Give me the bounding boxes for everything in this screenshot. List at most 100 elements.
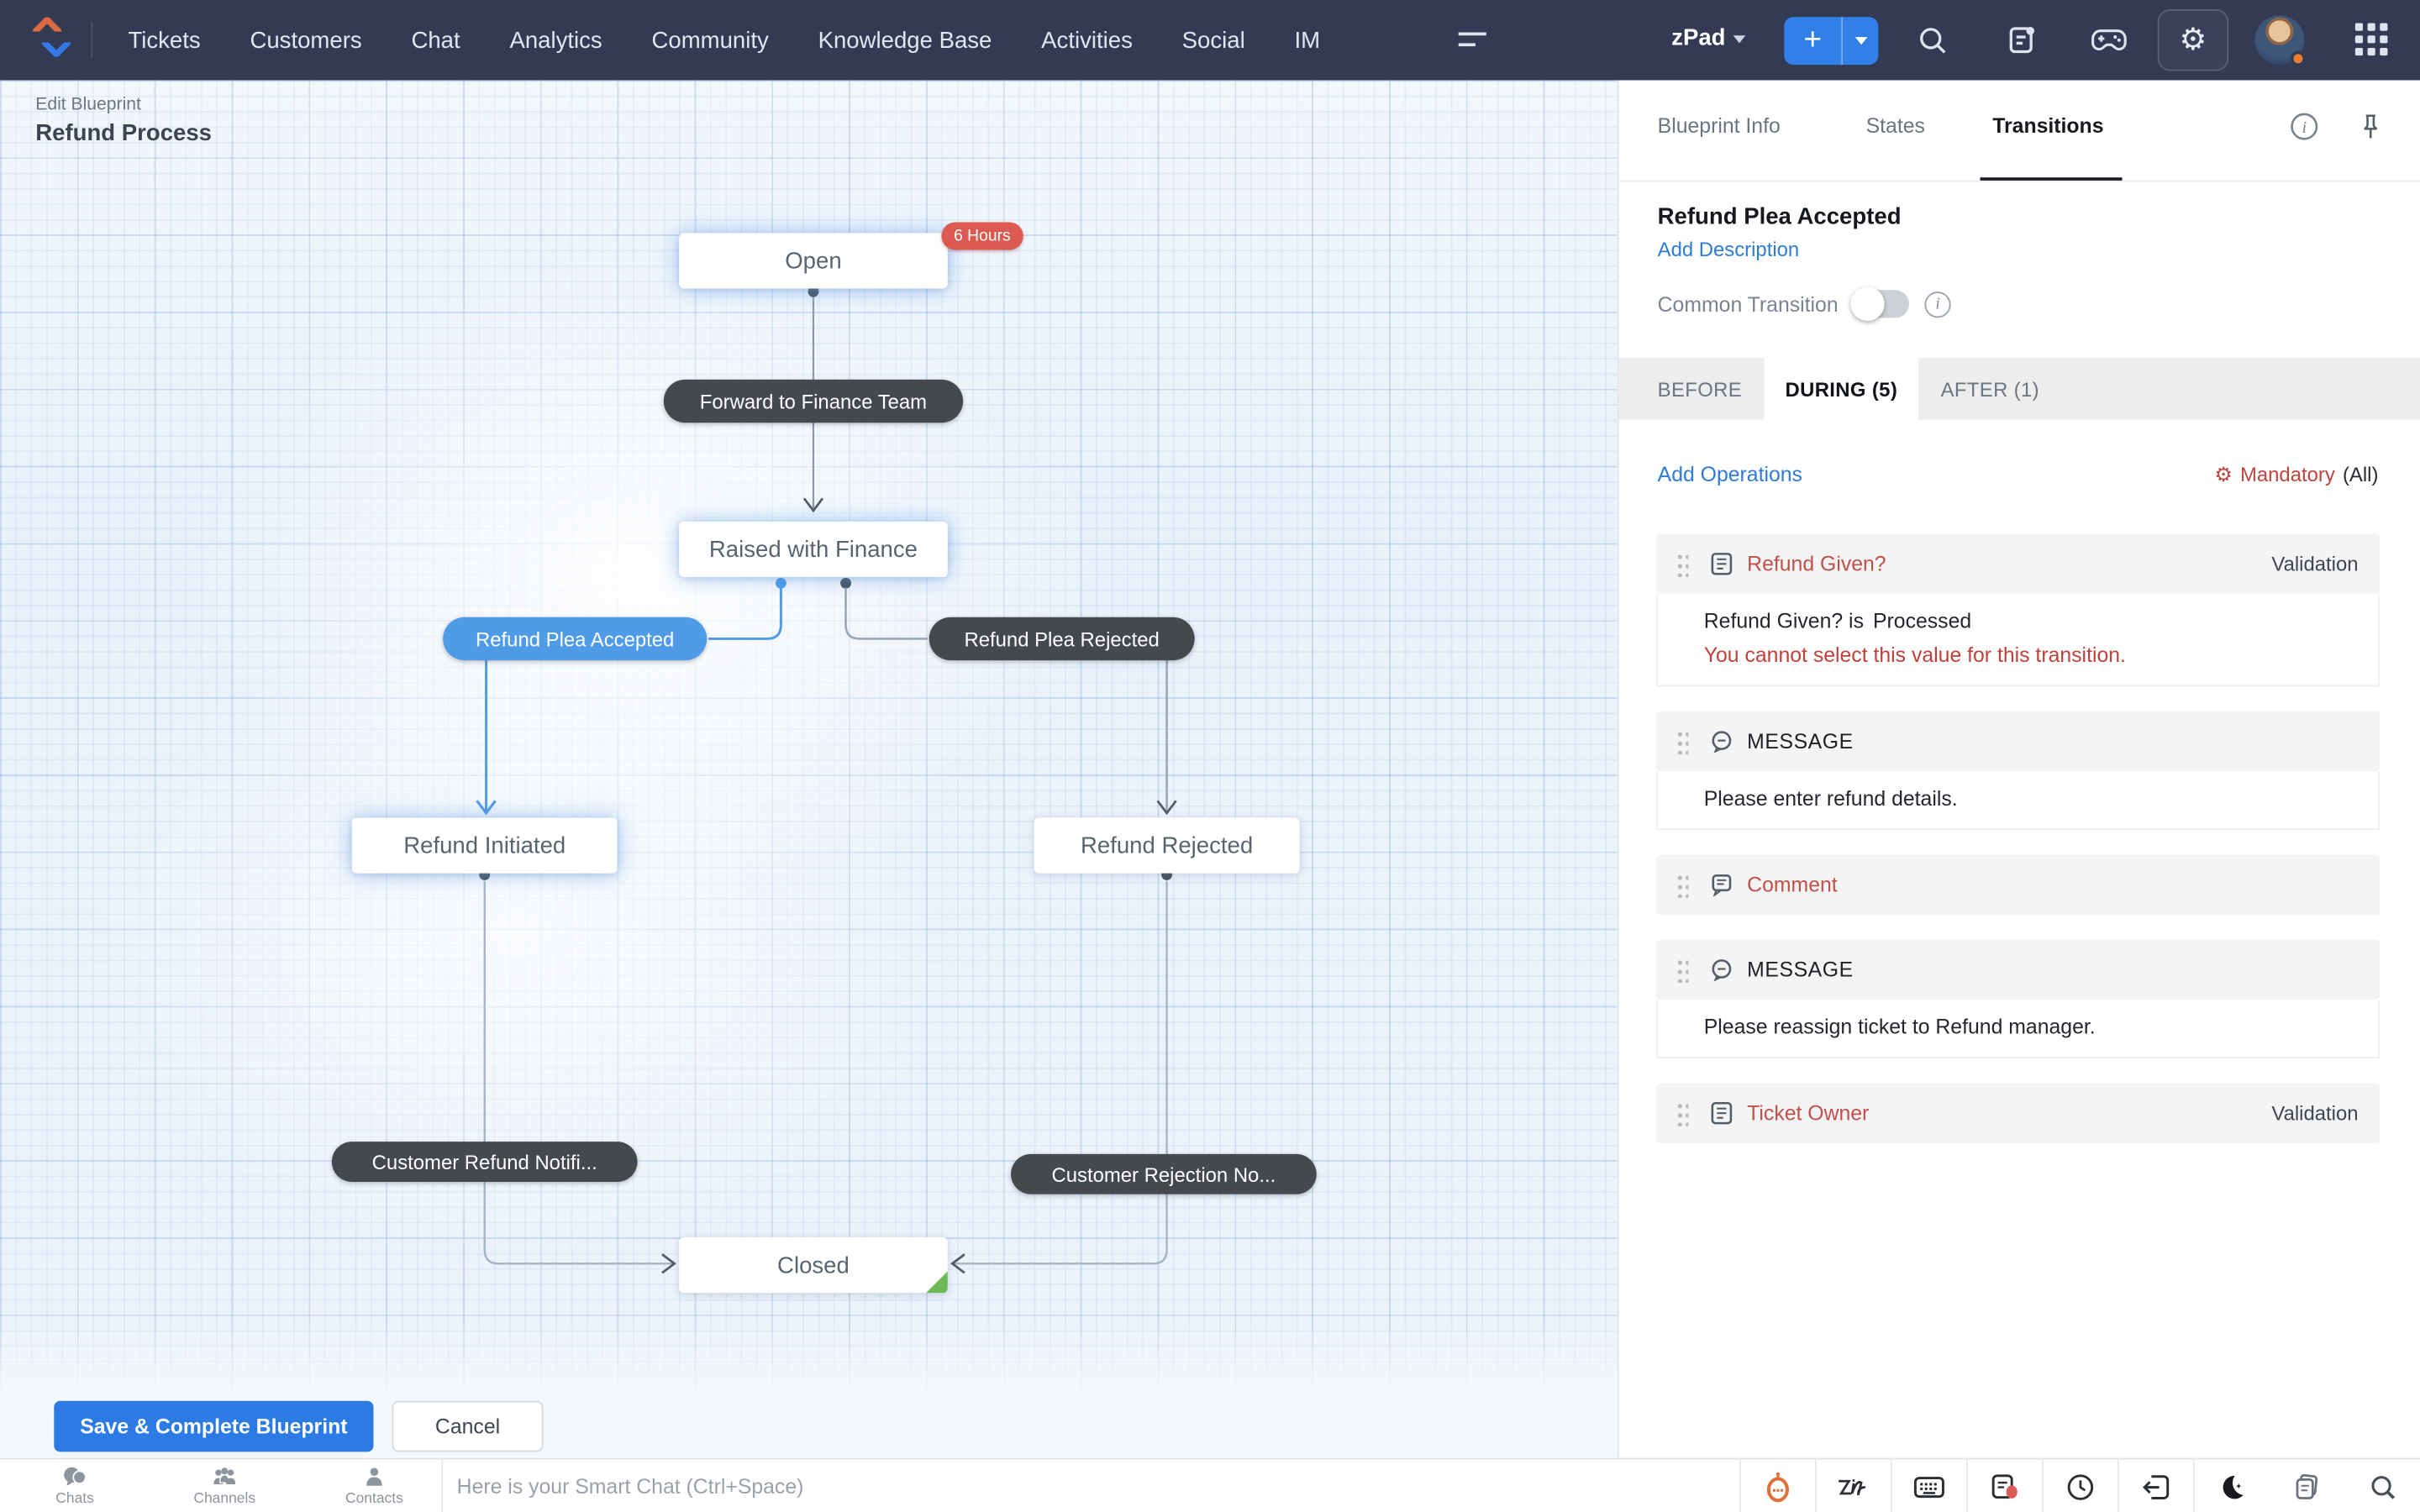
operation-title[interactable]: Refund Given? [1747, 553, 1886, 576]
more-menu-icon[interactable] [1459, 33, 1486, 48]
transition-refund-plea-accepted[interactable]: Refund Plea Accepted [443, 617, 707, 660]
bottombar-tools [1739, 1460, 2420, 1512]
state-node-open[interactable]: Open [679, 233, 948, 288]
operation-header: Comment [1656, 855, 2380, 916]
bottom-bar: Chats Channels Contacts [0, 1458, 2420, 1512]
app-window: Tickets Customers Chat Analytics Communi… [0, 0, 2420, 1512]
keyboard-icon[interactable] [1891, 1460, 1966, 1512]
status-dot [2291, 51, 2306, 66]
drag-handle-icon[interactable] [1678, 552, 1689, 576]
comment-icon [1710, 874, 1733, 897]
nav-item-social[interactable]: Social [1182, 27, 1245, 53]
tab-transitions[interactable]: Transitions [1992, 114, 2103, 138]
save-complete-blueprint-button[interactable]: Save & Complete Blueprint [54, 1401, 373, 1452]
common-transition-info-icon[interactable]: i [1924, 291, 1950, 317]
channels-button[interactable]: Channels [150, 1460, 299, 1512]
transition-forward-to-finance-team[interactable]: Forward to Finance Team [664, 380, 963, 423]
message-bubble-icon [1710, 958, 1733, 982]
notes-alert-icon[interactable] [1966, 1460, 2042, 1512]
message-bubble-icon [1710, 730, 1733, 753]
contacts-button[interactable]: Contacts [299, 1460, 449, 1512]
quick-add-button[interactable]: + [1784, 17, 1878, 65]
active-tab-underline [1981, 177, 2123, 181]
tab-blueprint-info[interactable]: Blueprint Info [1658, 114, 1781, 138]
drag-handle-icon[interactable] [1678, 873, 1689, 897]
quick-add-caret[interactable] [1843, 17, 1878, 65]
operation-card-message-1[interactable]: MESSAGE Please enter refund details. [1656, 711, 2380, 830]
tab-during[interactable]: DURING (5) [1764, 358, 1919, 419]
apps-grid-icon[interactable] [2355, 24, 2389, 57]
nav-item-knowledge-base[interactable]: Knowledge Base [818, 27, 992, 53]
tab-states[interactable]: States [1866, 114, 1925, 138]
message-text: Please enter refund details. [1704, 787, 2357, 811]
contacts-label: Contacts [345, 1490, 403, 1507]
chats-icon [61, 1466, 87, 1489]
common-transition-row: Common Transition i [1658, 290, 1951, 318]
portal-switcher[interactable]: zPad [1671, 24, 1745, 50]
checkin-arrow-icon[interactable] [2118, 1460, 2193, 1512]
tab-after[interactable]: AFTER (1) [1919, 358, 2061, 419]
state-node-closed[interactable]: Closed [679, 1237, 948, 1293]
transition-customer-refund-notification[interactable]: Customer Refund Notifi... [332, 1142, 638, 1182]
nav-item-analytics[interactable]: Analytics [509, 27, 602, 53]
stage-tabs: BEFORE DURING (5) AFTER (1) [1619, 358, 2420, 419]
common-transition-toggle[interactable] [1854, 290, 1909, 318]
cancel-button[interactable]: Cancel [392, 1401, 544, 1452]
drag-handle-icon[interactable] [1678, 729, 1689, 753]
operations-list: Refund Given? Validation Refund Given? i… [1656, 534, 2380, 1168]
mandatory-control[interactable]: ⚙ Mandatory (All) [2214, 463, 2378, 486]
operation-card-message-2[interactable]: MESSAGE Please reassign ticket to Refund… [1656, 940, 2380, 1058]
app-logo-icon[interactable] [34, 20, 74, 60]
nav-item-activities[interactable]: Activities [1041, 27, 1133, 53]
nav-item-chat[interactable]: Chat [411, 27, 460, 53]
operation-title[interactable]: Comment [1747, 874, 1837, 897]
drag-handle-icon[interactable] [1678, 958, 1689, 982]
setup-button[interactable]: ⚙ [2158, 9, 2228, 71]
history-clock-icon[interactable] [2042, 1460, 2118, 1512]
zia-assistant-icon[interactable] [1739, 1460, 1815, 1512]
smart-chat-input[interactable] [457, 1460, 1691, 1512]
operation-card-comment[interactable]: Comment [1656, 855, 2380, 916]
nav-item-tickets[interactable]: Tickets [128, 27, 200, 53]
mandatory-all-label: (All) [2343, 463, 2378, 486]
tab-before[interactable]: BEFORE [1636, 358, 1764, 419]
end-state-corner [924, 1270, 948, 1294]
drag-handle-icon[interactable] [1678, 1101, 1689, 1126]
add-description-link[interactable]: Add Description [1658, 238, 1800, 261]
state-node-refund-initiated[interactable]: Refund Initiated [352, 817, 618, 873]
copy-pages-icon[interactable] [2269, 1460, 2344, 1512]
feeds-icon[interactable] [2003, 22, 2040, 59]
add-operations-link[interactable]: Add Operations [1658, 463, 1802, 486]
chats-button[interactable]: Chats [0, 1460, 150, 1512]
transition-panel: Blueprint Info States Transitions i Refu… [1618, 81, 2420, 1458]
channels-icon [210, 1466, 239, 1489]
condition-value: Processed [1873, 610, 1971, 633]
operation-title[interactable]: Ticket Owner [1747, 1101, 1869, 1125]
night-mode-icon[interactable] [2193, 1460, 2269, 1512]
info-icon[interactable]: i [2289, 111, 2320, 142]
transition-customer-rejection-notification[interactable]: Customer Rejection No... [1011, 1154, 1317, 1194]
state-node-raised-with-finance[interactable]: Raised with Finance [679, 522, 948, 577]
operation-card-refund-given[interactable]: Refund Given? Validation Refund Given? i… [1656, 534, 2380, 687]
plus-icon[interactable]: + [1784, 17, 1843, 65]
state-node-refund-rejected[interactable]: Refund Rejected [1034, 817, 1300, 873]
pin-icon[interactable] [2355, 111, 2386, 142]
panel-tabs: Blueprint Info States Transitions i [1619, 81, 2420, 182]
search-icon[interactable] [1914, 22, 1951, 59]
avatar[interactable] [2254, 15, 2304, 65]
nav-item-community[interactable]: Community [651, 27, 768, 53]
transition-refund-plea-rejected[interactable]: Refund Plea Rejected [929, 617, 1195, 660]
settings-gear-icon: ⚙ [2180, 24, 2207, 55]
zia-signature-icon[interactable] [1815, 1460, 1891, 1512]
nav-item-im[interactable]: IM [1294, 27, 1320, 53]
games-icon[interactable] [2090, 22, 2127, 59]
channels-label: Channels [193, 1490, 255, 1507]
search-icon[interactable] [2344, 1460, 2420, 1512]
operation-title[interactable]: MESSAGE [1747, 958, 1854, 982]
operation-card-ticket-owner[interactable]: Ticket Owner Validation [1656, 1083, 2380, 1143]
operation-title[interactable]: MESSAGE [1747, 730, 1854, 753]
chat-shortcuts: Chats Channels Contacts [0, 1460, 449, 1512]
nav-divider [91, 22, 92, 59]
blueprint-canvas[interactable]: Edit Blueprint Refund Process [0, 81, 1618, 1458]
nav-item-customers[interactable]: Customers [250, 27, 361, 53]
